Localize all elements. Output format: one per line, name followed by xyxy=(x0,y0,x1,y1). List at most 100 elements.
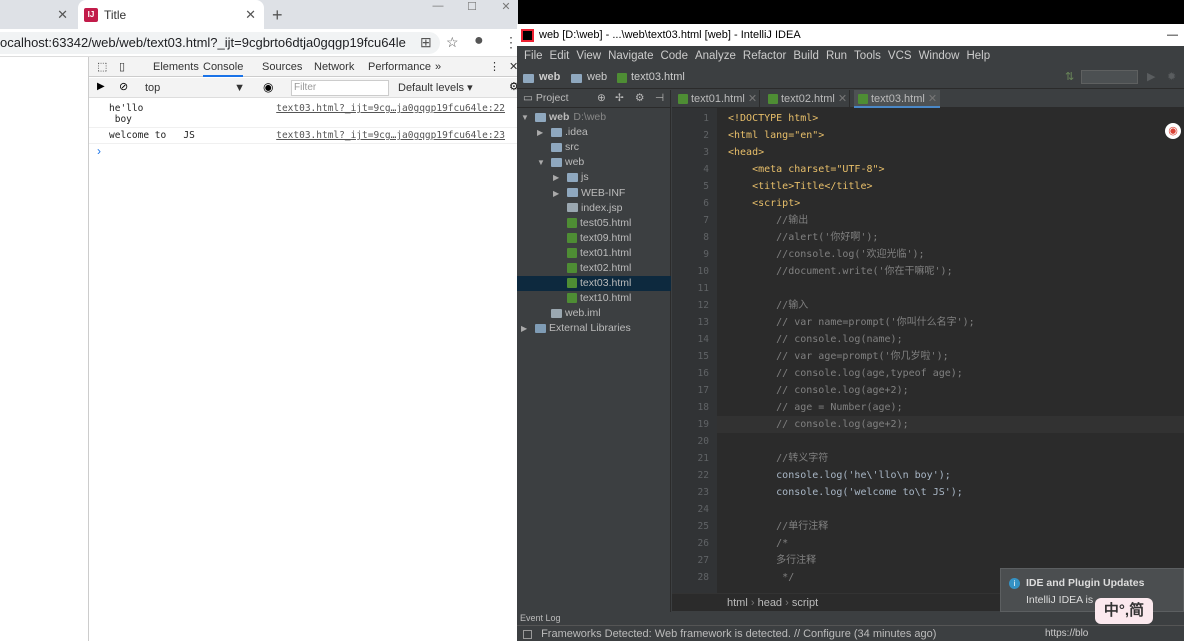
console-prompt[interactable]: › xyxy=(97,144,101,158)
menu-item-view[interactable]: View xyxy=(576,46,601,66)
tree-item[interactable]: ▼ web xyxy=(517,155,671,170)
filter-input[interactable]: Filter xyxy=(291,80,389,96)
menu-item-navigate[interactable]: Navigate xyxy=(608,46,653,66)
code-line[interactable]: <html lang="en"> xyxy=(728,127,824,144)
menu-item-file[interactable]: File xyxy=(524,46,543,66)
device-toolbar-icon[interactable]: ▯ xyxy=(119,57,125,77)
code-line[interactable]: // console.log(age+2); xyxy=(728,382,908,399)
context-select[interactable]: top ▼ xyxy=(145,81,249,96)
hide-icon[interactable]: ⊣ xyxy=(655,91,664,106)
code-line[interactable]: <!DOCTYPE html> xyxy=(728,110,818,127)
tab-previous[interactable]: ✕ xyxy=(0,0,76,29)
code-line[interactable]: //输入 xyxy=(728,297,808,314)
code-line[interactable]: console.log('welcome to\t JS'); xyxy=(728,484,963,501)
menu-item-vcs[interactable]: VCS xyxy=(888,46,912,66)
expand-arrow-icon[interactable]: ▼ xyxy=(521,110,535,125)
run-config-select[interactable] xyxy=(1081,70,1138,84)
log-levels-select[interactable]: Default levels ▾ xyxy=(398,81,473,94)
tree-item[interactable]: ▶ WEB-INF xyxy=(517,186,671,201)
code-line[interactable]: */ xyxy=(728,569,794,586)
breadcrumb-item[interactable]: script xyxy=(792,597,818,609)
code-line[interactable]: // var age=prompt('你几岁啦'); xyxy=(728,348,948,365)
minimize-button[interactable]: — xyxy=(1167,24,1178,46)
star-icon[interactable]: ☆ xyxy=(446,34,459,51)
code-editor[interactable]: <!DOCTYPE html> <html lang="en"> <head> <m… xyxy=(717,108,1184,593)
maximize-button[interactable]: ☐ xyxy=(454,0,490,14)
code-line[interactable]: // var name=prompt('你叫什么名字'); xyxy=(728,314,974,331)
editor-tab[interactable]: text01.html ✕ xyxy=(674,90,760,108)
tree-item[interactable]: index.jsp xyxy=(517,201,671,216)
tab-console[interactable]: Console xyxy=(203,57,244,77)
tab-active[interactable]: IJ Title ✕ xyxy=(78,0,264,29)
url-field[interactable]: ocalhost:63342/web/web/text03.html?_ijt=… xyxy=(0,32,440,54)
ime-indicator[interactable]: 中°,简 xyxy=(1095,598,1153,624)
tree-item[interactable]: ▶ js xyxy=(517,170,671,185)
code-line[interactable]: //document.write('你在干嘛呢'); xyxy=(728,263,952,280)
expand-arrow-icon[interactable]: ▶ xyxy=(553,186,567,201)
source-link[interactable]: text03.html?_ijt=9cg…ja0gqgp19fcu64le:22 xyxy=(276,103,505,114)
code-line[interactable]: <meta charset="UTF-8"> xyxy=(728,161,884,178)
minimize-button[interactable]: — xyxy=(420,0,456,14)
expand-arrow-icon[interactable]: ▶ xyxy=(553,170,567,185)
close-icon[interactable]: ✕ xyxy=(748,93,757,105)
debug-icon[interactable]: ✹ xyxy=(1167,70,1176,83)
status-box-icon[interactable] xyxy=(523,629,532,639)
menu-item-tools[interactable]: Tools xyxy=(854,46,881,66)
close-icon[interactable]: ✕ xyxy=(57,7,68,23)
collapse-icon[interactable]: ✢ xyxy=(615,91,624,106)
nav-crumb[interactable]: web xyxy=(539,71,560,83)
tree-item[interactable]: text03.html xyxy=(517,276,671,292)
close-icon[interactable]: ✕ xyxy=(928,93,937,105)
tree-item[interactable]: text02.html xyxy=(517,261,671,276)
editor-tab[interactable]: text02.html ✕ xyxy=(764,90,850,108)
code-line[interactable]: <title>Title</title> xyxy=(728,178,872,195)
locate-icon[interactable]: ⊕ xyxy=(597,91,606,106)
code-line[interactable]: <head> xyxy=(728,144,764,161)
code-line[interactable]: //单行注释 xyxy=(728,518,828,535)
code-line[interactable]: // console.log(age,typeof age); xyxy=(728,365,963,382)
translate-icon[interactable]: ⊞ xyxy=(420,34,432,51)
menu-item-analyze[interactable]: Analyze xyxy=(695,46,736,66)
tree-item[interactable]: text10.html xyxy=(517,291,671,306)
clear-console-icon[interactable]: ⊘ xyxy=(119,80,128,93)
close-icon[interactable]: ✕ xyxy=(838,93,847,105)
close-icon[interactable]: ✕ xyxy=(245,7,256,23)
tab-performance[interactable]: Performance xyxy=(368,57,431,77)
code-line[interactable]: //转义字符 xyxy=(728,450,828,467)
code-line[interactable]: <script> xyxy=(728,195,800,212)
chrome-browser-icon[interactable]: ◉ xyxy=(1165,123,1181,139)
menu-item-code[interactable]: Code xyxy=(660,46,688,66)
tree-item[interactable]: ▼ web D:\web xyxy=(517,110,671,125)
sidebar-toggle-icon[interactable]: ▶ xyxy=(97,81,105,92)
expand-arrow-icon[interactable]: ▶ xyxy=(537,125,551,140)
code-line[interactable]: /* xyxy=(728,535,788,552)
tree-item[interactable]: text01.html xyxy=(517,246,671,261)
tree-item[interactable]: text09.html xyxy=(517,231,671,246)
menu-item-help[interactable]: Help xyxy=(966,46,990,66)
event-log-label[interactable]: Event Log xyxy=(517,611,1184,625)
menu-item-build[interactable]: Build xyxy=(793,46,819,66)
code-line[interactable]: // age = Number(age); xyxy=(728,399,902,416)
project-label[interactable]: Project xyxy=(536,92,569,104)
code-line[interactable]: // console.log(name); xyxy=(728,331,902,348)
breadcrumb-item[interactable]: head xyxy=(758,597,782,609)
code-line[interactable]: //输出 xyxy=(728,212,808,229)
run-icon[interactable]: ▶ xyxy=(1147,70,1155,83)
profile-icon[interactable]: ● xyxy=(474,32,484,50)
nav-crumb[interactable]: web xyxy=(587,71,607,83)
menu-item-run[interactable]: Run xyxy=(826,46,847,66)
code-line[interactable]: console.log('he\'llo\n boy'); xyxy=(728,467,951,484)
code-line[interactable]: //alert('你好啊'); xyxy=(728,229,878,246)
build-icon[interactable]: ⇅ xyxy=(1065,70,1074,83)
code-line[interactable]: // console.log(age+2); xyxy=(728,416,908,433)
window-close-button[interactable]: ✕ xyxy=(488,0,518,14)
tab-elements[interactable]: Elements xyxy=(153,57,199,77)
expand-arrow-icon[interactable]: ▼ xyxy=(537,155,551,170)
expand-arrow-icon[interactable]: ▶ xyxy=(521,321,535,336)
eye-icon[interactable]: ◉ xyxy=(263,80,273,94)
tab-network[interactable]: Network xyxy=(314,57,354,77)
nav-crumb[interactable]: text03.html xyxy=(631,71,685,83)
update-notification[interactable]: i IDE and Plugin Updates IntelliJ IDEA i… xyxy=(1000,568,1184,612)
tree-item[interactable]: ▶ External Libraries xyxy=(517,321,671,336)
tab-sources[interactable]: Sources xyxy=(262,57,302,77)
